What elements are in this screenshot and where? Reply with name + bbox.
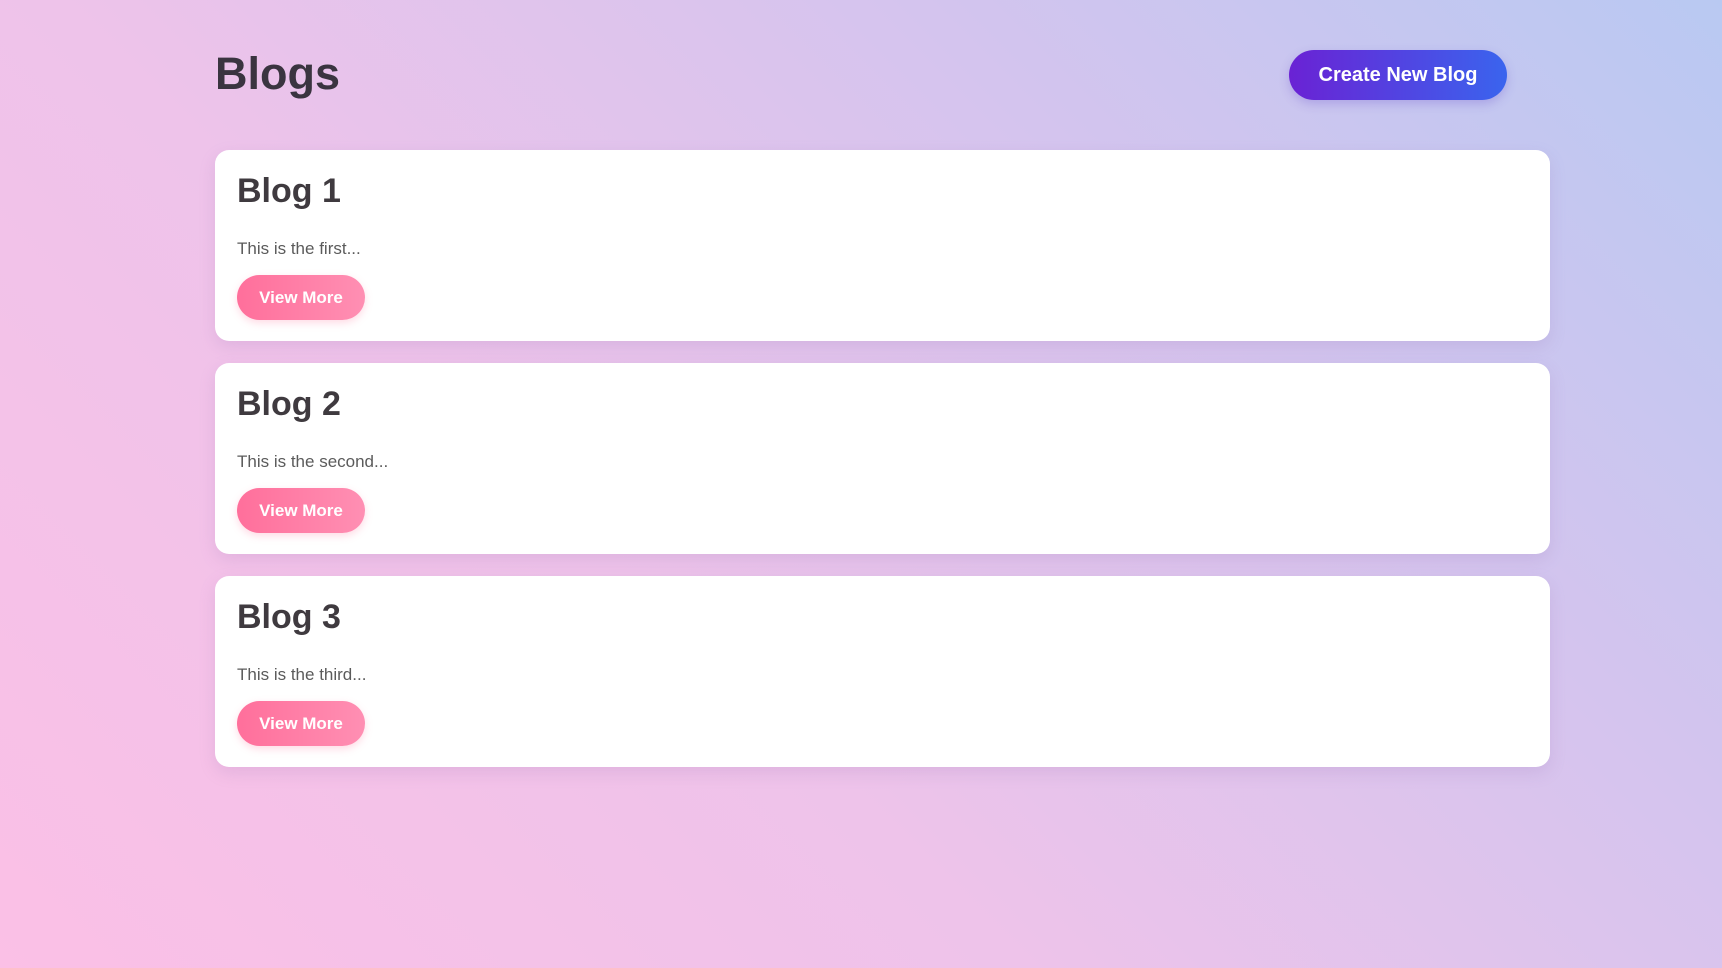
- blog-title: Blog 1: [237, 172, 341, 210]
- blog-title: Blog 2: [237, 385, 341, 423]
- page-container: Blogs Create New Blog Blog 1 This is the…: [215, 0, 1550, 767]
- blog-excerpt: This is the second...: [237, 452, 389, 471]
- view-more-button[interactable]: View More: [237, 488, 365, 533]
- blog-title: Blog 3: [237, 598, 341, 636]
- view-more-button[interactable]: View More: [237, 275, 365, 320]
- blog-card: Blog 1 This is the first... View More: [215, 150, 1550, 341]
- blog-excerpt: This is the third...: [237, 665, 367, 684]
- blog-list: Blog 1 This is the first... View More Bl…: [215, 150, 1550, 767]
- create-new-blog-button[interactable]: Create New Blog: [1289, 50, 1507, 100]
- blog-excerpt: This is the first...: [237, 239, 361, 258]
- blog-card: Blog 2 This is the second... View More: [215, 363, 1550, 554]
- page-header: Blogs Create New Blog: [215, 0, 1550, 150]
- blog-card: Blog 3 This is the third... View More: [215, 576, 1550, 767]
- view-more-button[interactable]: View More: [237, 701, 365, 746]
- page-title: Blogs: [215, 48, 341, 99]
